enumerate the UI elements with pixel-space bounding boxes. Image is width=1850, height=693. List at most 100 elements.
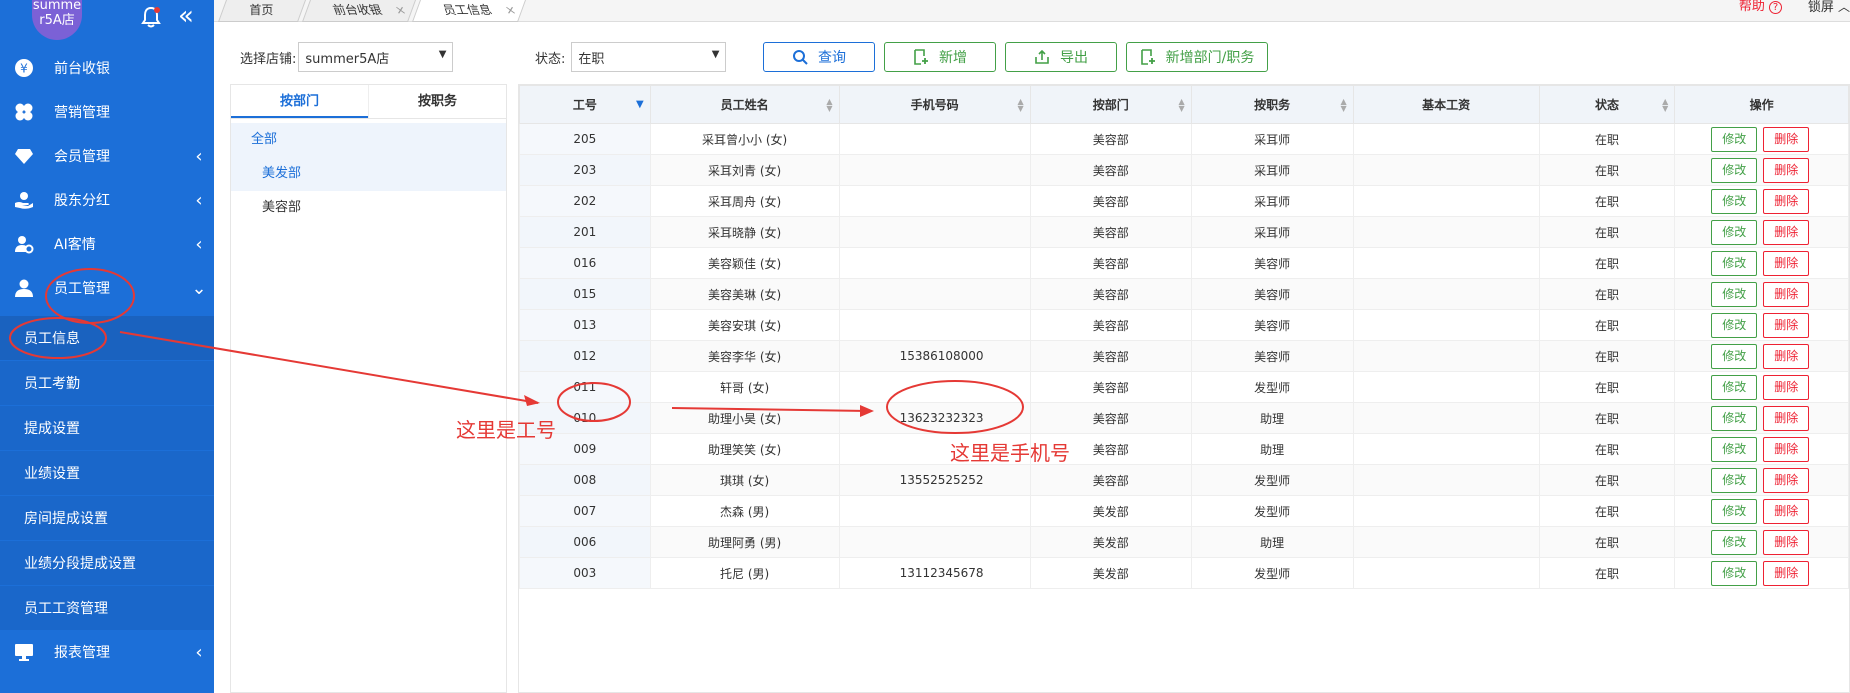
table-row[interactable]: 202 采耳周舟 (女) 美容部 采耳师 在职 修改 删除 <box>519 185 1849 217</box>
cell-position: 采耳师 <box>1190 123 1354 155</box>
edit-button[interactable]: 修改 <box>1711 250 1758 276</box>
tab-cashier[interactable]: 前台收银 × <box>301 0 417 22</box>
table-row[interactable]: 016 美容颖佳 (女) 美容部 美容师 在职 修改 删除 <box>519 247 1849 279</box>
submenu-staff-attendance[interactable]: 员工考勤 <box>0 361 214 405</box>
cell-dept: 美容部 <box>1029 402 1192 434</box>
delete-button[interactable]: 删除 <box>1763 529 1810 555</box>
table-row[interactable]: 009 助理笑笑 (女) 美容部 助理 在职 修改 删除 <box>519 433 1849 465</box>
tab-by-department[interactable]: 按部门 <box>231 85 368 118</box>
edit-button[interactable]: 修改 <box>1711 219 1758 245</box>
edit-button[interactable]: 修改 <box>1711 343 1758 369</box>
sort-icon[interactable]: ▲ ▼ <box>826 98 832 113</box>
col-header-status[interactable]: 状态 ▲ ▼ <box>1538 85 1676 124</box>
cell-name: 采耳晓静 (女) <box>649 216 840 248</box>
edit-button[interactable]: 修改 <box>1711 529 1758 555</box>
sort-icon[interactable]: ▲ ▼ <box>1179 98 1185 113</box>
sort-desc-icon[interactable]: ▼ <box>636 100 644 110</box>
col-header-position[interactable]: 按职务 ▲ ▼ <box>1190 85 1354 124</box>
edit-button[interactable]: 修改 <box>1711 405 1758 431</box>
delete-button[interactable]: 删除 <box>1763 188 1810 214</box>
edit-button[interactable]: 修改 <box>1711 126 1758 152</box>
delete-button[interactable]: 删除 <box>1763 560 1810 586</box>
table-row[interactable]: 011 轩哥 (女) 美容部 发型师 在职 修改 删除 <box>519 371 1849 403</box>
chevron-left-icon: ‹ <box>195 189 203 211</box>
submenu-performance-settings[interactable]: 业绩设置 <box>0 451 214 495</box>
close-icon[interactable]: × <box>502 0 519 20</box>
menu-item-staff[interactable]: 员工管理 ⌄ <box>0 266 214 310</box>
edit-button[interactable]: 修改 <box>1711 188 1758 214</box>
user-gear-icon <box>12 232 36 256</box>
cell-id: 013 <box>519 309 651 341</box>
lock-screen[interactable]: 锁屏 ︿ <box>1808 0 1850 15</box>
menu-item-member[interactable]: 会员管理 ‹ <box>0 134 214 178</box>
edit-button[interactable]: 修改 <box>1711 312 1758 338</box>
menu-item-cashier[interactable]: ¥ 前台收银 <box>0 46 214 90</box>
tree-item-all[interactable]: 全部 <box>231 123 506 157</box>
table-row[interactable]: 003 托尼 (男) 13112345678 美发部 发型师 在职 修改 删除 <box>519 557 1849 589</box>
delete-button[interactable]: 删除 <box>1763 498 1810 524</box>
tab-by-position[interactable]: 按职务 <box>368 85 506 118</box>
submenu-tiered-commission[interactable]: 业绩分段提成设置 <box>0 541 214 585</box>
menu-item-marketing[interactable]: 营销管理 <box>0 90 214 134</box>
tab-staff-info[interactable]: 员工信息 × <box>411 0 527 22</box>
cell-phone <box>838 278 1031 310</box>
delete-button[interactable]: 删除 <box>1763 157 1810 183</box>
menu-item-ai-customer[interactable]: AI客情 ‹ <box>0 222 214 266</box>
edit-button[interactable]: 修改 <box>1711 374 1758 400</box>
store-select[interactable]: summer5A店 ▼ <box>298 42 454 72</box>
menu-item-reports[interactable]: 报表管理 ‹ <box>0 630 214 674</box>
tab-home[interactable]: 首页 <box>217 0 307 22</box>
table-row[interactable]: 008 琪琪 (女) 13552525252 美容部 发型师 在职 修改 删除 <box>519 464 1849 496</box>
export-button[interactable]: 导出 <box>1005 42 1117 72</box>
table-row[interactable]: 201 采耳晓静 (女) 美容部 采耳师 在职 修改 删除 <box>519 216 1849 248</box>
delete-button[interactable]: 删除 <box>1763 219 1810 245</box>
table-row[interactable]: 007 杰森 (男) 美发部 发型师 在职 修改 删除 <box>519 495 1849 527</box>
edit-button[interactable]: 修改 <box>1711 498 1758 524</box>
submenu-commission-settings[interactable]: 提成设置 <box>0 406 214 450</box>
delete-button[interactable]: 删除 <box>1763 436 1810 462</box>
store-avatar[interactable]: summe r5A店 <box>32 0 82 40</box>
query-button[interactable]: 查询 <box>763 42 875 72</box>
edit-button[interactable]: 修改 <box>1711 467 1758 493</box>
col-header-name[interactable]: 员工姓名 ▲ ▼ <box>649 85 840 124</box>
tree-item-beauty-dept[interactable]: 美容部 <box>231 191 506 225</box>
edit-button[interactable]: 修改 <box>1711 436 1758 462</box>
table-row[interactable]: 006 助理阿勇 (男) 美发部 助理 在职 修改 删除 <box>519 526 1849 558</box>
submenu-salary[interactable]: 员工工资管理 <box>0 586 214 630</box>
table-row[interactable]: 203 采耳刘青 (女) 美容部 采耳师 在职 修改 删除 <box>519 154 1849 186</box>
col-header-dept[interactable]: 按部门 ▲ ▼ <box>1029 85 1192 124</box>
delete-button[interactable]: 删除 <box>1763 250 1810 276</box>
menu-item-shareholder[interactable]: 股东分红 ‹ <box>0 178 214 222</box>
table-row[interactable]: 205 采耳曾小小 (女) 美容部 采耳师 在职 修改 删除 <box>519 123 1849 155</box>
sort-icon[interactable]: ▲ ▼ <box>1662 98 1668 113</box>
delete-button[interactable]: 删除 <box>1763 405 1810 431</box>
delete-button[interactable]: 删除 <box>1763 467 1810 493</box>
edit-button[interactable]: 修改 <box>1711 560 1758 586</box>
status-select[interactable]: 在职 ▼ <box>571 42 727 72</box>
tree-item-hair-dept[interactable]: 美发部 <box>231 157 506 191</box>
table-row[interactable]: 012 美容李华 (女) 15386108000 美容部 美容师 在职 修改 删除 <box>519 340 1849 372</box>
edit-button[interactable]: 修改 <box>1711 157 1758 183</box>
delete-button[interactable]: 删除 <box>1763 374 1810 400</box>
submenu-room-commission[interactable]: 房间提成设置 <box>0 496 214 540</box>
close-icon[interactable]: × <box>392 0 409 20</box>
cell-phone <box>838 154 1031 186</box>
delete-button[interactable]: 删除 <box>1763 343 1810 369</box>
sort-icon[interactable]: ▲ ▼ <box>1018 98 1024 113</box>
bell-icon[interactable] <box>140 5 162 29</box>
add-dept-position-button[interactable]: 新增部门/职务 <box>1126 42 1268 72</box>
table-row[interactable]: 015 美容美琳 (女) 美容部 美容师 在职 修改 删除 <box>519 278 1849 310</box>
add-button[interactable]: 新增 <box>884 42 996 72</box>
submenu-staff-info[interactable]: 员工信息 <box>0 316 214 360</box>
sort-icon[interactable]: ▲ ▼ <box>1341 98 1347 113</box>
delete-button[interactable]: 删除 <box>1763 281 1810 307</box>
delete-button[interactable]: 删除 <box>1763 126 1810 152</box>
double-chevron-left-icon[interactable]: « <box>178 3 194 29</box>
edit-button[interactable]: 修改 <box>1711 281 1758 307</box>
table-row[interactable]: 013 美容安琪 (女) 美容部 美容师 在职 修改 删除 <box>519 309 1849 341</box>
table-row[interactable]: 010 助理小昊 (女) 13623232323 美容部 助理 在职 修改 删除 <box>519 402 1849 434</box>
delete-button[interactable]: 删除 <box>1763 312 1810 338</box>
col-header-id[interactable]: 工号 ▼ <box>519 85 651 124</box>
help-link[interactable]: 帮助 ? <box>1739 0 1782 14</box>
col-header-phone[interactable]: 手机号码 ▲ ▼ <box>838 85 1031 124</box>
